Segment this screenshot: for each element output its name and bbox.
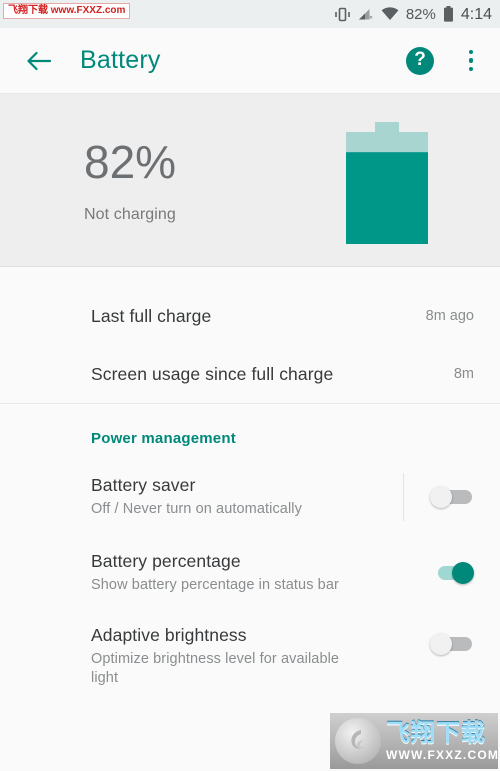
- charge-info-section: Last full charge 8m ago Screen usage sin…: [0, 287, 500, 403]
- section-header-power-management: Power management: [91, 430, 236, 447]
- row-value: 8m ago: [425, 308, 474, 324]
- wifi-icon: [381, 7, 399, 21]
- battery-graphic: [346, 122, 428, 244]
- row-subtitle: Show battery percentage in status bar: [91, 577, 339, 593]
- row-adaptive-brightness[interactable]: Adaptive brightness Optimize brightness …: [0, 611, 500, 703]
- status-battery-percent: 82%: [405, 5, 436, 23]
- adaptive-brightness-toggle[interactable]: [430, 633, 474, 655]
- battery-saver-toggle[interactable]: [430, 486, 474, 508]
- back-arrow-icon[interactable]: [22, 44, 56, 78]
- row-title: Adaptive brightness: [91, 625, 247, 645]
- row-title: Screen usage since full charge: [91, 363, 334, 384]
- battery-percent-large: 82%: [84, 136, 177, 188]
- battery-settings-screen: 飞翔下载 www.FXXZ.com × 82% 4:14 Battery ? 8…: [0, 0, 500, 771]
- battery-percentage-toggle[interactable]: [430, 562, 474, 584]
- watermark-url: WWW.FXXZ.COM: [386, 747, 498, 762]
- row-subtitle: Optimize brightness level for available …: [91, 651, 340, 686]
- status-icons: × 82% 4:14: [334, 6, 492, 22]
- more-vertical-icon[interactable]: [460, 47, 482, 75]
- row-title: Last full charge: [91, 305, 212, 326]
- battery-summary-card: 82% Not charging: [0, 94, 500, 267]
- toolbar-actions: ?: [406, 46, 482, 75]
- row-battery-saver[interactable]: Battery saver Off / Never turn on automa…: [0, 459, 500, 535]
- switch-separator: [403, 473, 404, 521]
- status-clock: 4:14: [460, 5, 492, 23]
- battery-charge-status: Not charging: [84, 206, 176, 223]
- battery-icon: [443, 6, 454, 22]
- app-toolbar: Battery ?: [0, 28, 500, 94]
- row-subtitle: Off / Never turn on automatically: [91, 501, 302, 517]
- row-title: Battery percentage: [91, 551, 241, 571]
- row-last-full-charge[interactable]: Last full charge 8m ago: [0, 287, 500, 345]
- watermark-name: 飞翔下载: [386, 719, 486, 747]
- signal-icon: ×: [358, 7, 374, 21]
- bottom-watermark: 飞翔下载 WWW.FXXZ.COM: [330, 713, 498, 769]
- row-value: 8m: [453, 366, 474, 382]
- row-screen-usage[interactable]: Screen usage since full charge 8m: [0, 345, 500, 403]
- svg-text:×: ×: [369, 16, 373, 21]
- power-management-section: Power management Battery saver Off / Nev…: [0, 404, 500, 703]
- row-title: Battery saver: [91, 475, 196, 495]
- status-bar: 飞翔下载 www.FXXZ.com × 82% 4:14: [0, 0, 500, 28]
- watermark-logo-icon: [335, 718, 381, 764]
- top-watermark: 飞翔下载 www.FXXZ.com: [3, 3, 131, 19]
- row-battery-percentage[interactable]: Battery percentage Show battery percenta…: [0, 535, 500, 611]
- page-title: Battery: [80, 46, 161, 74]
- help-icon[interactable]: ?: [406, 46, 434, 75]
- vibrate-icon: [334, 7, 351, 22]
